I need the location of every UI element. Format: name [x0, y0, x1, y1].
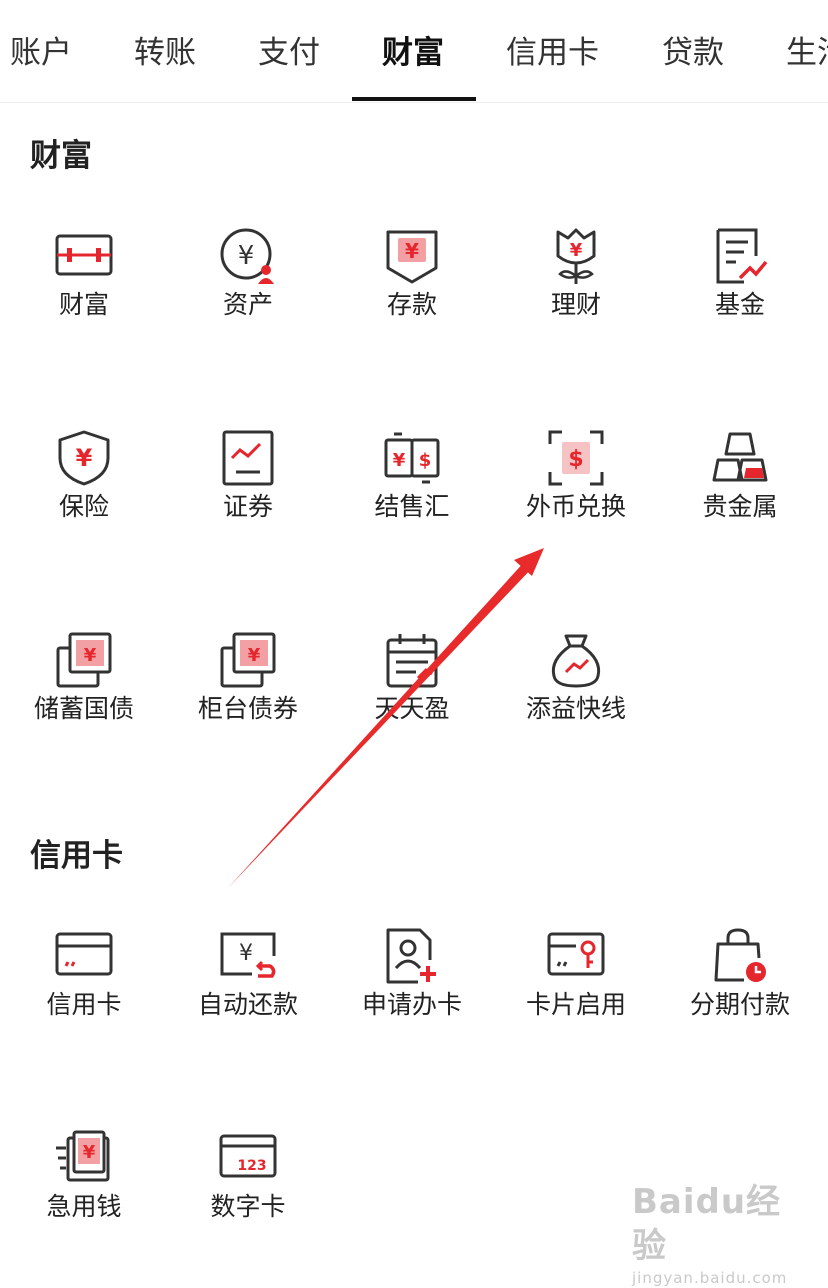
grid-item-label: 资产 — [222, 290, 273, 319]
yuan-user-icon: ¥ — [218, 226, 278, 286]
dollar-scan-icon: $ — [546, 428, 606, 488]
grid-item-label: 分期付款 — [689, 990, 790, 1019]
fund-document-icon — [710, 226, 770, 286]
grid-item-label: 证券 — [222, 492, 273, 521]
flower-yuan-icon: ¥ — [546, 226, 606, 286]
grid-item-credit-card[interactable]: 信用卡 — [2, 926, 166, 1046]
grid-item-label: 财富 — [58, 290, 109, 319]
grid-item-label: 急用钱 — [46, 1192, 122, 1221]
grid-item-apply-card[interactable]: 申请办卡 — [330, 926, 494, 1046]
money-bag-icon — [546, 630, 606, 690]
baidu-watermark: Baidu经验 jingyan.baidu.com — [632, 1180, 812, 1287]
grid-item-digital-card[interactable]: 123 数字卡 — [166, 1128, 330, 1248]
digital-card-number: 123 — [237, 1158, 266, 1174]
grid-item-label: 卡片启用 — [525, 990, 626, 1019]
bond-stack-icon: ¥ — [54, 630, 114, 690]
wealth-box-icon — [54, 226, 114, 286]
svg-text:$: $ — [419, 450, 432, 471]
grid-item-label: 添益快线 — [525, 694, 626, 723]
grid-item-forex-settlement[interactable]: ¥ $ 结售汇 — [330, 428, 494, 548]
tab-loan[interactable]: 贷款 — [662, 30, 724, 76]
svg-text:$: $ — [568, 447, 583, 472]
deposit-icon: ¥ — [382, 226, 442, 286]
grid-item-label: 基金 — [714, 290, 765, 319]
active-tab-indicator — [352, 97, 476, 101]
counter-bond-icon: ¥ — [218, 630, 278, 690]
grid-item-urgent-cash[interactable]: ¥ 急用钱 — [2, 1128, 166, 1248]
grid-item-fund[interactable]: 基金 — [658, 226, 822, 346]
tab-payment[interactable]: 支付 — [258, 30, 320, 76]
grid-item-label: 信用卡 — [46, 990, 122, 1019]
svg-text:¥: ¥ — [238, 241, 255, 271]
shield-yuan-icon: ¥ — [54, 428, 114, 488]
urgent-cash-icon: ¥ — [54, 1128, 114, 1188]
auto-repay-icon: ¥ — [218, 926, 278, 986]
grid-item-securities[interactable]: 证券 — [166, 428, 330, 548]
exchange-settlement-icon: ¥ $ — [382, 428, 442, 488]
installment-bag-icon — [710, 926, 770, 986]
svg-text:¥: ¥ — [405, 239, 419, 263]
tab-wealth[interactable]: 财富 — [382, 30, 444, 76]
grid-item-financing[interactable]: ¥ 理财 — [494, 226, 658, 346]
watermark-main: Baidu经验 — [632, 1182, 782, 1266]
svg-text:¥: ¥ — [248, 645, 261, 666]
tab-credit-card[interactable]: 信用卡 — [506, 30, 599, 76]
grid-item-assets[interactable]: ¥ 资产 — [166, 226, 330, 346]
grid-item-label: 存款 — [386, 290, 437, 319]
svg-text:¥: ¥ — [83, 1142, 96, 1163]
tab-life[interactable]: 生活 — [786, 30, 828, 76]
credit-card-icon — [54, 926, 114, 986]
grid-item-label: 保险 — [58, 492, 109, 521]
svg-text:¥: ¥ — [393, 450, 406, 471]
grid-item-label: 申请办卡 — [361, 990, 462, 1019]
grid-item-counter-bond[interactable]: ¥ 柜台债券 — [166, 630, 330, 750]
grid-item-label: 柜台债券 — [197, 694, 298, 723]
grid-item-label: 储蓄国债 — [33, 694, 134, 723]
grid-item-label: 天天盈 — [374, 694, 450, 723]
grid-item-label: 理财 — [550, 290, 601, 319]
card-activate-icon — [546, 926, 606, 986]
grid-item-tianyi-express[interactable]: 添益快线 — [494, 630, 658, 750]
grid-item-savings-bond[interactable]: ¥ 储蓄国债 — [2, 630, 166, 750]
svg-text:¥: ¥ — [76, 444, 93, 472]
grid-item-precious-metals[interactable]: 贵金属 — [658, 428, 822, 548]
tab-account[interactable]: 账户 — [10, 30, 72, 76]
grid-item-label: 数字卡 — [210, 1192, 286, 1221]
svg-text:¥: ¥ — [570, 240, 583, 261]
section-title-wealth: 财富 — [30, 138, 92, 174]
grid-item-currency-exchange[interactable]: $ 外币兑换 — [494, 428, 658, 548]
section-title-credit-card: 信用卡 — [30, 838, 123, 874]
grid-item-label: 结售汇 — [374, 492, 450, 521]
top-tab-bar: 账户 转账 支付 财富 信用卡 贷款 生活 — [0, 0, 828, 103]
securities-chart-icon — [218, 428, 278, 488]
svg-text:¥: ¥ — [84, 645, 97, 666]
grid-item-label: 自动还款 — [197, 990, 298, 1019]
grid-item-auto-repay[interactable]: ¥ 自动还款 — [166, 926, 330, 1046]
grid-item-insurance[interactable]: ¥ 保险 — [2, 428, 166, 548]
svg-text:¥: ¥ — [239, 941, 253, 966]
watermark-url: jingyan.baidu.com — [632, 1269, 788, 1287]
grid-item-tiantianying[interactable]: 天天盈 — [330, 630, 494, 750]
grid-item-card-activate[interactable]: 卡片启用 — [494, 926, 658, 1046]
digital-card-icon: 123 — [218, 1128, 278, 1188]
grid-item-installment[interactable]: 分期付款 — [658, 926, 822, 1046]
calendar-icon — [382, 630, 442, 690]
tab-transfer[interactable]: 转账 — [134, 30, 196, 76]
grid-item-label: 贵金属 — [702, 492, 778, 521]
gold-bars-icon — [710, 428, 770, 488]
apply-card-icon — [382, 926, 442, 986]
grid-item-label: 外币兑换 — [525, 492, 626, 521]
grid-item-wealth[interactable]: 财富 — [2, 226, 166, 346]
grid-item-deposit[interactable]: ¥ 存款 — [330, 226, 494, 346]
